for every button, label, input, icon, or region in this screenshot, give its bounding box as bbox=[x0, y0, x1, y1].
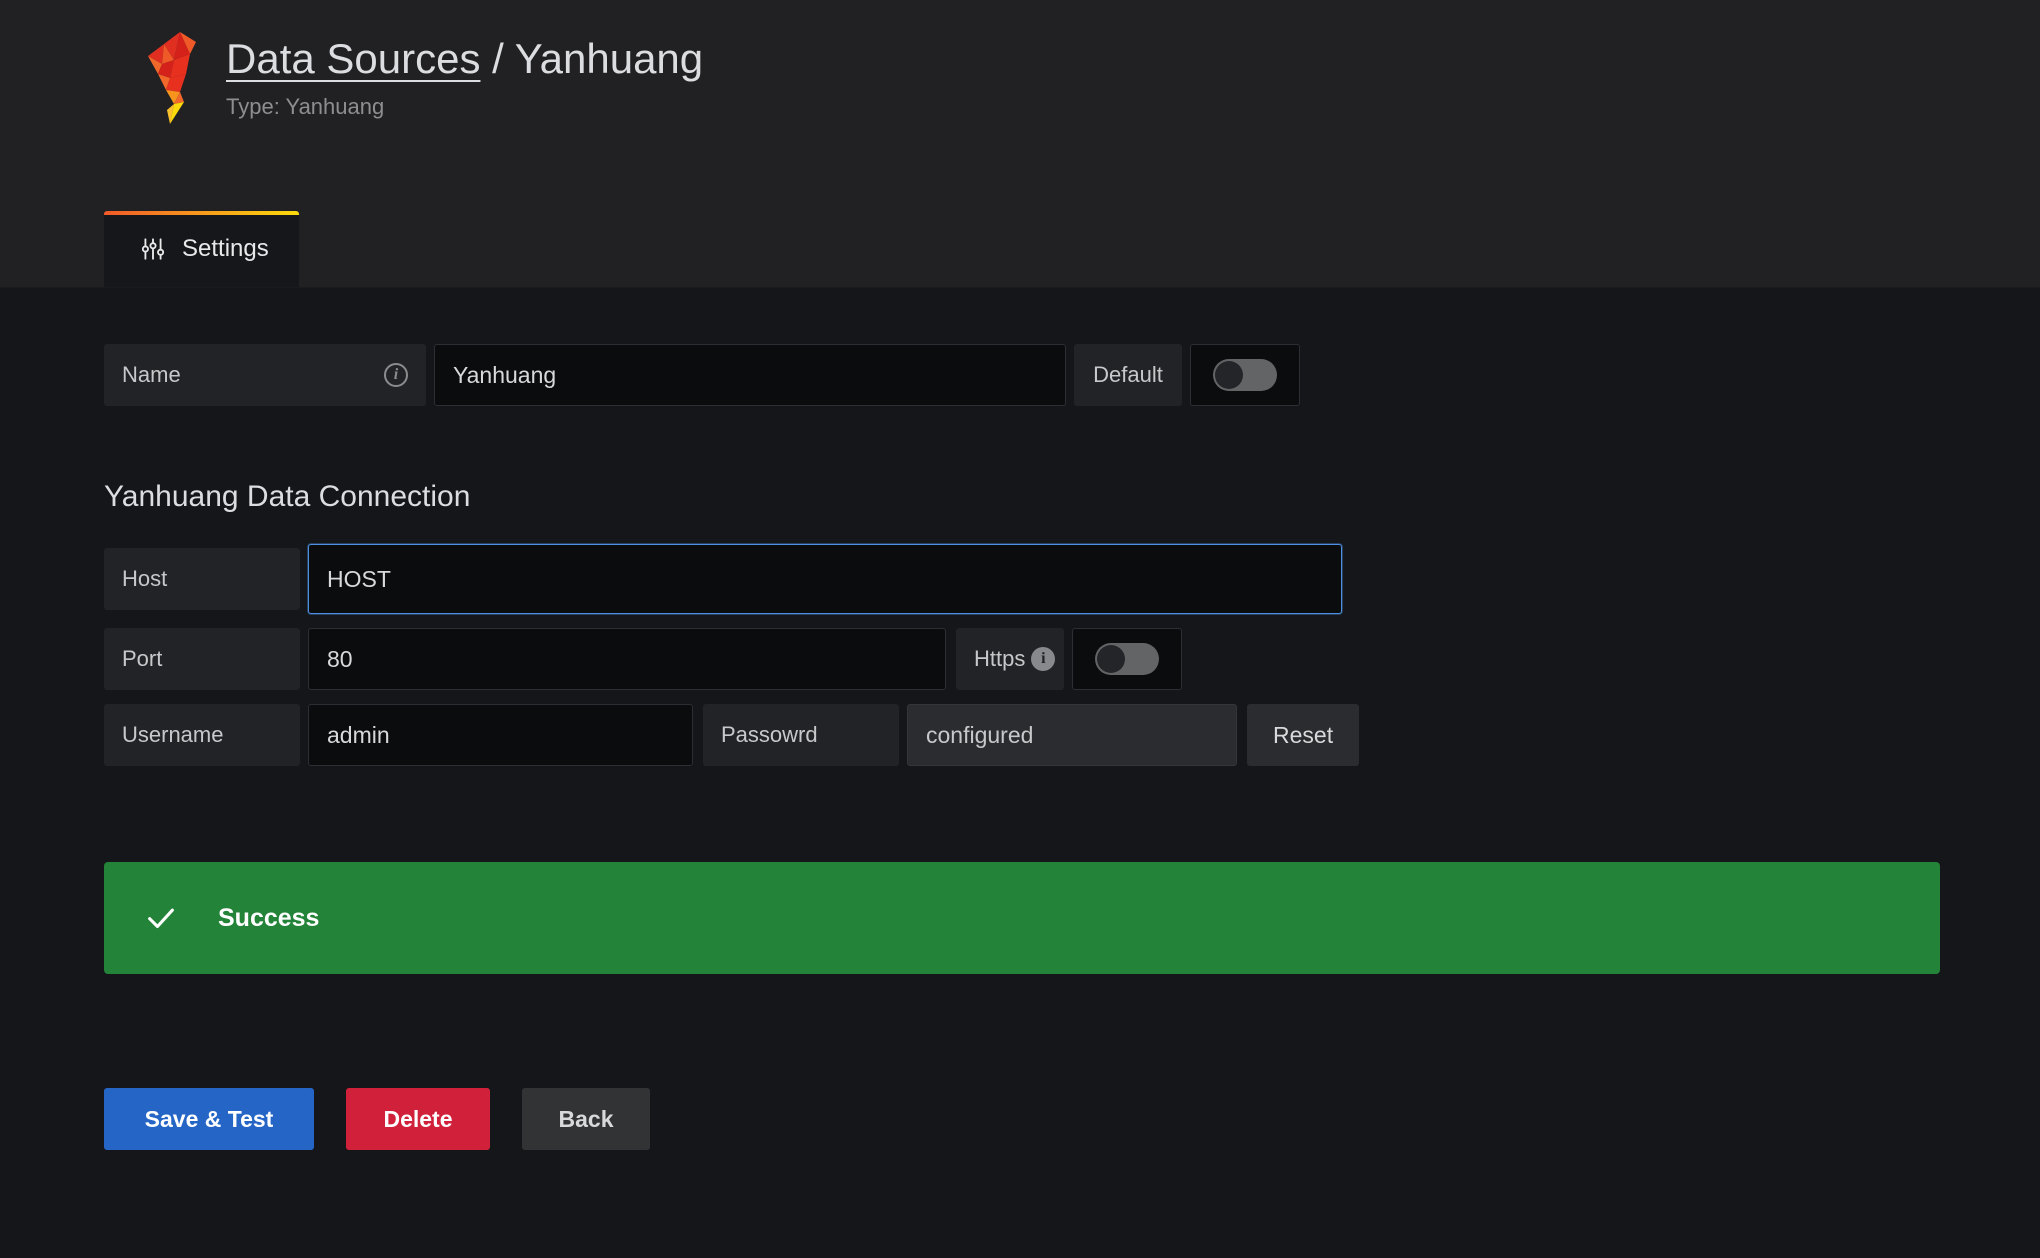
port-label: Port bbox=[122, 646, 163, 671]
password-input[interactable]: configured bbox=[907, 704, 1237, 766]
username-label: Username bbox=[122, 722, 224, 747]
username-input[interactable]: admin bbox=[308, 704, 693, 766]
tab-settings-label: Settings bbox=[182, 235, 269, 262]
header-inner: Data Sources / Yanhuang Type: Yanhuang bbox=[0, 0, 2040, 124]
sliders-icon bbox=[140, 236, 166, 262]
https-label-box: Https i bbox=[956, 628, 1064, 690]
action-bar: Save & Test Delete Back bbox=[104, 1088, 2040, 1150]
username-label-box: Username bbox=[104, 704, 300, 766]
host-row: Host HOST bbox=[104, 544, 2040, 614]
port-input[interactable]: 80 bbox=[308, 628, 946, 690]
name-label-box: Name i bbox=[104, 344, 426, 406]
host-label: Host bbox=[122, 566, 168, 591]
tab-settings[interactable]: Settings bbox=[104, 211, 299, 287]
title-block: Data Sources / Yanhuang Type: Yanhuang bbox=[226, 26, 703, 120]
default-toggle[interactable] bbox=[1190, 344, 1300, 406]
success-alert-message: Success bbox=[218, 903, 320, 932]
breadcrumb-data-sources-link[interactable]: Data Sources bbox=[226, 35, 480, 82]
name-label: Name bbox=[122, 362, 181, 387]
page-subtitle: Type: Yanhuang bbox=[226, 93, 385, 119]
success-alert: Success bbox=[104, 862, 1940, 974]
https-label: Https bbox=[974, 646, 1026, 671]
page-header: Data Sources / Yanhuang Type: Yanhuang S… bbox=[0, 0, 2040, 288]
reset-password-button[interactable]: Reset bbox=[1247, 704, 1360, 766]
default-label: Default bbox=[1093, 362, 1163, 387]
credentials-row: Username admin Passowrd configured Reset bbox=[104, 704, 2040, 766]
save-and-test-button[interactable]: Save & Test bbox=[104, 1088, 314, 1150]
page-title: Data Sources / Yanhuang bbox=[226, 34, 703, 84]
https-toggle-track bbox=[1095, 643, 1159, 675]
settings-form: Name i Yanhuang Default Yanhuang Data Co… bbox=[0, 288, 2040, 1150]
section-title: Yanhuang Data Connection bbox=[104, 480, 471, 513]
https-toggle-knob bbox=[1097, 645, 1125, 673]
info-circle-icon[interactable]: i bbox=[384, 363, 408, 387]
back-button[interactable]: Back bbox=[522, 1088, 650, 1150]
info-circle-filled-icon[interactable]: i bbox=[1031, 647, 1056, 671]
port-label-box: Port bbox=[104, 628, 300, 690]
check-icon bbox=[144, 901, 178, 935]
breadcrumb-separator: / bbox=[492, 35, 504, 82]
password-label-box: Passowrd bbox=[703, 704, 899, 766]
https-toggle[interactable] bbox=[1072, 628, 1182, 690]
delete-button[interactable]: Delete bbox=[346, 1088, 490, 1150]
default-toggle-knob bbox=[1215, 361, 1243, 389]
grafana-logo-icon bbox=[140, 30, 204, 126]
password-label: Passowrd bbox=[721, 722, 818, 747]
default-toggle-track bbox=[1213, 359, 1277, 391]
host-label-box: Host bbox=[104, 548, 300, 610]
breadcrumb-current: Yanhuang bbox=[514, 35, 704, 82]
host-input[interactable]: HOST bbox=[308, 544, 1342, 614]
name-input[interactable]: Yanhuang bbox=[434, 344, 1066, 406]
default-label-box: Default bbox=[1074, 344, 1182, 406]
tab-bar: Settings bbox=[0, 205, 2040, 287]
name-row: Name i Yanhuang Default bbox=[104, 344, 2040, 406]
port-row: Port 80 Https i bbox=[104, 628, 2040, 690]
